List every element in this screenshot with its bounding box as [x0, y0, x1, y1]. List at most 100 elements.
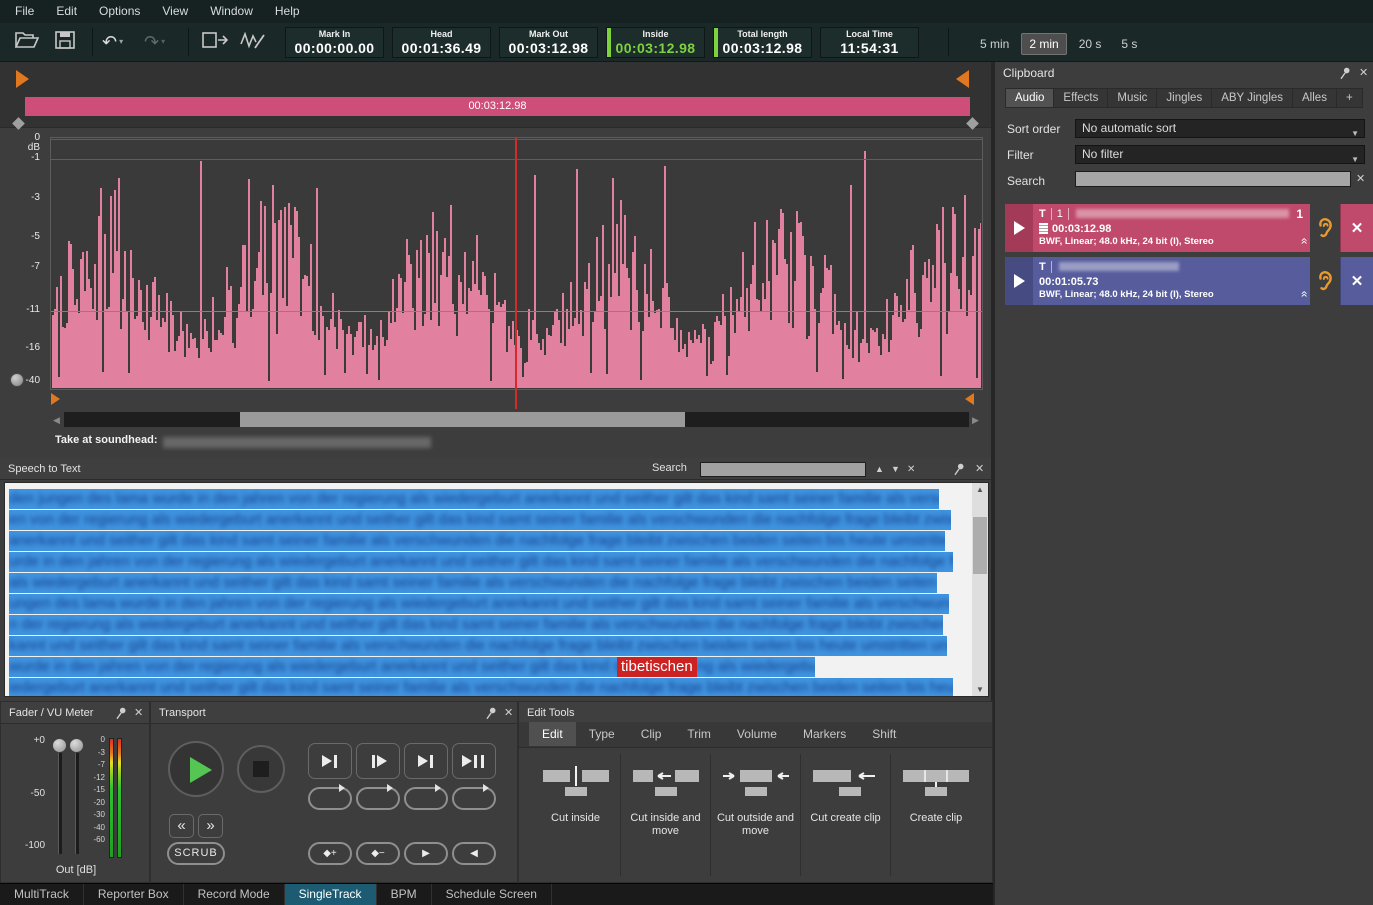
scroll-left-icon[interactable]: ◀: [53, 414, 60, 427]
edit-tab-shift[interactable]: Shift: [859, 722, 909, 746]
sort-order-dropdown[interactable]: No automatic sort▼: [1075, 119, 1365, 138]
pin-icon[interactable]: [115, 706, 127, 721]
waveform-edit-icon[interactable]: [240, 30, 266, 55]
search-prev-icon[interactable]: ▲: [875, 464, 884, 474]
save-icon[interactable]: [54, 30, 76, 55]
skip-forward-button[interactable]: »: [198, 814, 223, 838]
cut-create-clip-button[interactable]: Cut create clip: [801, 754, 891, 876]
mark-in-flag-icon[interactable]: [16, 70, 29, 88]
zoom-2-min[interactable]: 2 min: [1021, 33, 1066, 55]
scroll-down-icon[interactable]: ▼: [972, 685, 988, 694]
edit-tab-markers[interactable]: Markers: [790, 722, 859, 746]
fader-track[interactable]: [75, 742, 79, 854]
search-next-icon[interactable]: ▼: [891, 464, 900, 474]
redo-button[interactable]: ↷▾: [144, 30, 165, 54]
clipboard-tab-effects[interactable]: Effects: [1054, 88, 1108, 108]
speech-text-area[interactable]: den jungen des lama wurde in den jahren …: [4, 482, 989, 697]
overview-selection-bar[interactable]: 00:03:12.98: [25, 97, 970, 116]
close-icon[interactable]: ✕: [975, 458, 984, 480]
workspace-tab-schedule-screen[interactable]: Schedule Screen: [432, 884, 552, 905]
clipboard-tab-alles[interactable]: Alles: [1293, 88, 1337, 108]
scroll-right-icon[interactable]: ▶: [972, 414, 979, 427]
prelisten-button[interactable]: [1310, 204, 1340, 252]
menu-item-help[interactable]: Help: [264, 0, 311, 23]
pin-icon[interactable]: [1339, 66, 1351, 81]
pin-icon[interactable]: [485, 706, 497, 721]
workspace-tab-reporter-box[interactable]: Reporter Box: [84, 884, 184, 905]
close-icon[interactable]: ✕: [1359, 62, 1368, 84]
zoom-5-min[interactable]: 5 min: [972, 33, 1017, 55]
prelisten-button[interactable]: [1310, 257, 1340, 305]
loop-button-1[interactable]: [308, 787, 352, 810]
entry-play-button[interactable]: [1005, 257, 1033, 305]
cut-inside-button[interactable]: Cut inside: [531, 754, 621, 876]
remove-marker-button[interactable]: ◆−: [356, 842, 400, 865]
playhead-cursor[interactable]: [515, 137, 517, 409]
bottom-left-marker-icon[interactable]: [51, 393, 60, 405]
entry-remove-button[interactable]: ✕: [1340, 257, 1373, 305]
fader-knob-right[interactable]: [69, 738, 84, 753]
play-to-mark-button[interactable]: [308, 743, 352, 779]
menu-item-edit[interactable]: Edit: [45, 0, 88, 23]
loop-button-4[interactable]: [452, 787, 496, 810]
edit-tab-type[interactable]: Type: [576, 722, 628, 746]
open-folder-icon[interactable]: [14, 30, 40, 55]
play-over-mark-button[interactable]: [404, 743, 448, 779]
prev-marker-button[interactable]: ◀: [452, 842, 496, 865]
add-marker-button[interactable]: ◆+: [308, 842, 352, 865]
clipboard-search-input[interactable]: [1075, 171, 1351, 187]
workspace-tab-multitrack[interactable]: MultiTrack: [0, 884, 84, 905]
create-clip-button[interactable]: Create clip: [891, 754, 981, 876]
search-clear-icon[interactable]: ✕: [907, 464, 915, 475]
scroll-up-icon[interactable]: ▲: [972, 485, 988, 494]
edit-tab-edit[interactable]: Edit: [529, 722, 576, 746]
workspace-tab-singletrack[interactable]: SingleTrack: [285, 884, 377, 905]
edit-tab-clip[interactable]: Clip: [628, 722, 675, 746]
edit-tab-trim[interactable]: Trim: [674, 722, 724, 746]
zoom-5-s[interactable]: 5 s: [1113, 33, 1145, 55]
menu-item-options[interactable]: Options: [88, 0, 151, 23]
bottom-right-marker-icon[interactable]: [965, 393, 974, 405]
cut-outside-and-move-button[interactable]: Cut outside and move: [711, 754, 801, 876]
cut-inside-and-move-button[interactable]: Cut inside and move: [621, 754, 711, 876]
fader-knob-left[interactable]: [52, 738, 67, 753]
clipboard-tab-audio[interactable]: Audio: [1005, 88, 1054, 108]
skip-back-button[interactable]: «: [169, 814, 194, 838]
waveform-scrollbar[interactable]: [64, 412, 969, 427]
collapse-chevrons-icon[interactable]: »: [1297, 238, 1310, 245]
waveform-scroll-thumb[interactable]: [240, 412, 685, 427]
clipboard-entry-1[interactable]: T 1 1 00:03:12.98 BWF, Linear; 48.0 kHz,…: [1005, 204, 1373, 252]
clipboard-tab-[interactable]: +: [1337, 88, 1363, 108]
clipboard-tab-aby-jingles[interactable]: ABY Jingles: [1212, 88, 1293, 108]
collapse-chevrons-icon[interactable]: »: [1297, 291, 1310, 298]
search-clear-icon[interactable]: ✕: [1356, 168, 1365, 190]
export-icon[interactable]: [202, 30, 228, 55]
clipboard-tab-jingles[interactable]: Jingles: [1157, 88, 1212, 108]
speech-scroll-thumb[interactable]: [973, 517, 987, 574]
stop-button[interactable]: [237, 745, 285, 793]
scrub-button[interactable]: SCRUB: [167, 842, 225, 865]
filter-dropdown[interactable]: No filter▼: [1075, 145, 1365, 164]
workspace-tab-record-mode[interactable]: Record Mode: [184, 884, 285, 905]
loop-button-3[interactable]: [404, 787, 448, 810]
close-icon[interactable]: ✕: [504, 702, 513, 724]
play-button[interactable]: [168, 741, 224, 797]
menu-item-window[interactable]: Window: [199, 0, 264, 23]
mark-out-flag-icon[interactable]: [956, 70, 969, 88]
next-marker-button[interactable]: ▶: [404, 842, 448, 865]
fader-track[interactable]: [58, 742, 62, 854]
entry-play-button[interactable]: [1005, 204, 1033, 252]
play-pause-button[interactable]: [452, 743, 496, 779]
loop-button-2[interactable]: [356, 787, 400, 810]
play-from-mark-button[interactable]: [356, 743, 400, 779]
edit-tab-volume[interactable]: Volume: [724, 722, 790, 746]
ruler-knob[interactable]: [10, 373, 24, 387]
undo-button[interactable]: ↶▾: [102, 30, 123, 54]
close-icon[interactable]: ✕: [134, 702, 143, 724]
clipboard-tab-music[interactable]: Music: [1108, 88, 1157, 108]
pin-icon[interactable]: [953, 462, 965, 477]
speech-scrollbar[interactable]: ▲ ▼: [972, 483, 988, 696]
workspace-tab-bpm[interactable]: BPM: [377, 884, 432, 905]
entry-remove-button[interactable]: ✕: [1340, 204, 1373, 252]
menu-item-file[interactable]: File: [4, 0, 45, 23]
